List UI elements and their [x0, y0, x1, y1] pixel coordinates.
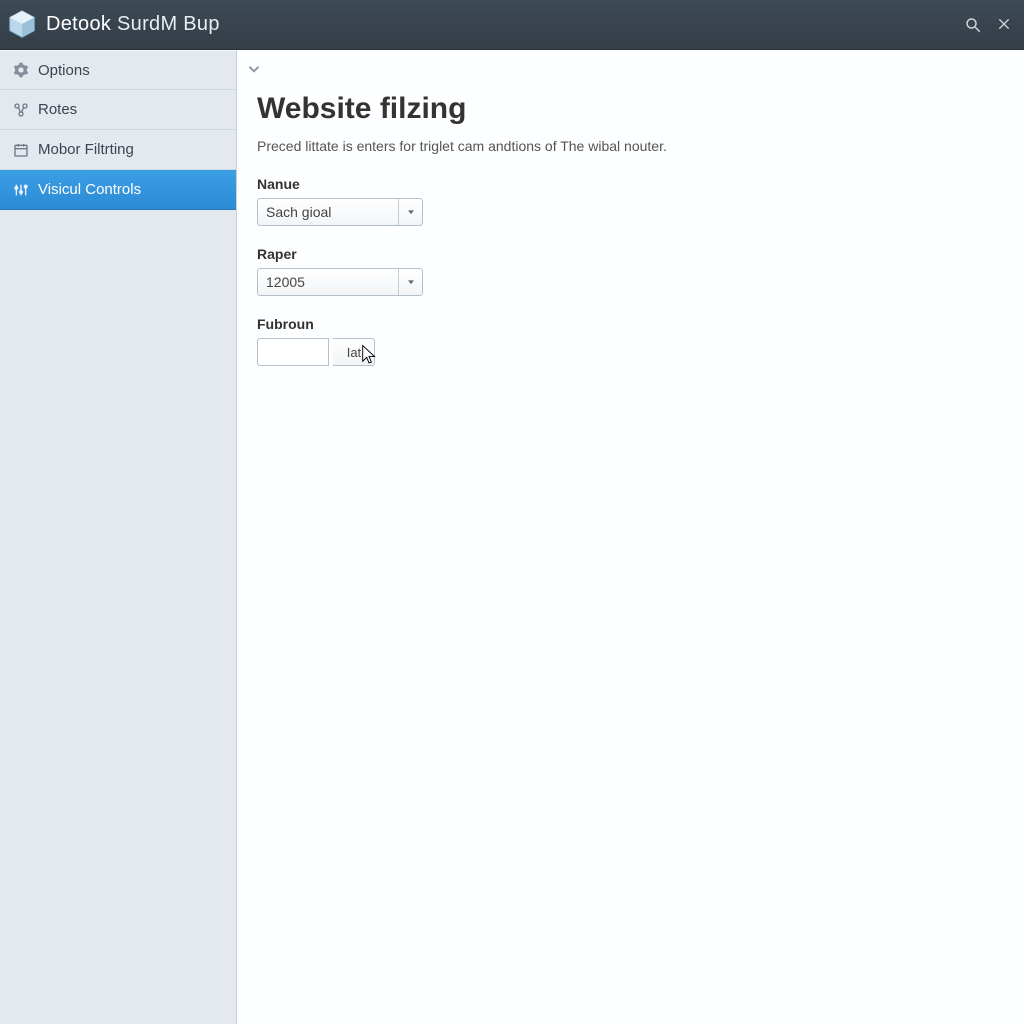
sidebar-item-label: Mobor Filtrting [38, 141, 134, 158]
page-description: Preced littate is enters for triglet cam… [257, 138, 1004, 154]
field-fubroun: Fubroun Iat [257, 316, 1004, 366]
sliders-icon [12, 181, 30, 199]
name-select-value: Sach gioal [258, 204, 398, 220]
search-icon[interactable] [964, 16, 982, 34]
sidebar-item-label: Options [38, 62, 90, 79]
raper-label: Raper [257, 246, 1004, 262]
name-select[interactable]: Sach gioal [257, 198, 423, 226]
sidebar-item-mobor-filtrting[interactable]: Mobor Filtrting [0, 130, 236, 170]
chevron-down-icon [398, 199, 422, 225]
sidebar: Options Rotes Mobor Filtrting Visicul Co… [0, 50, 237, 1024]
sidebar-item-label: Visicul Controls [38, 181, 141, 198]
app-logo-icon [4, 7, 40, 43]
sidebar-item-rotes[interactable]: Rotes [0, 90, 236, 130]
close-icon[interactable] [996, 16, 1014, 34]
app-title: Detook SurdM Bup [46, 13, 964, 36]
page-title: Website filzing [257, 92, 1004, 126]
sidebar-item-options[interactable]: Options [0, 50, 236, 90]
field-name: Nanue Sach gioal [257, 176, 1004, 226]
sidebar-item-visicul-controls[interactable]: Visicul Controls [0, 170, 236, 210]
field-raper: Raper 12005 [257, 246, 1004, 296]
gear-icon [12, 61, 30, 79]
main-content: Website filzing Preced littate is enters… [237, 50, 1024, 1024]
sidebar-item-label: Rotes [38, 101, 77, 118]
calendar-icon [12, 141, 30, 159]
fubroun-input[interactable] [257, 338, 329, 366]
chevron-down-icon [398, 269, 422, 295]
fubroun-addon-button[interactable]: Iat [333, 338, 375, 366]
app-header: Detook SurdM Bup [0, 0, 1024, 50]
raper-select[interactable]: 12005 [257, 268, 423, 296]
network-icon [12, 101, 30, 119]
name-label: Nanue [257, 176, 1004, 192]
fubroun-label: Fubroun [257, 316, 1004, 332]
chevron-down-icon[interactable] [245, 60, 265, 80]
raper-select-value: 12005 [258, 274, 398, 290]
